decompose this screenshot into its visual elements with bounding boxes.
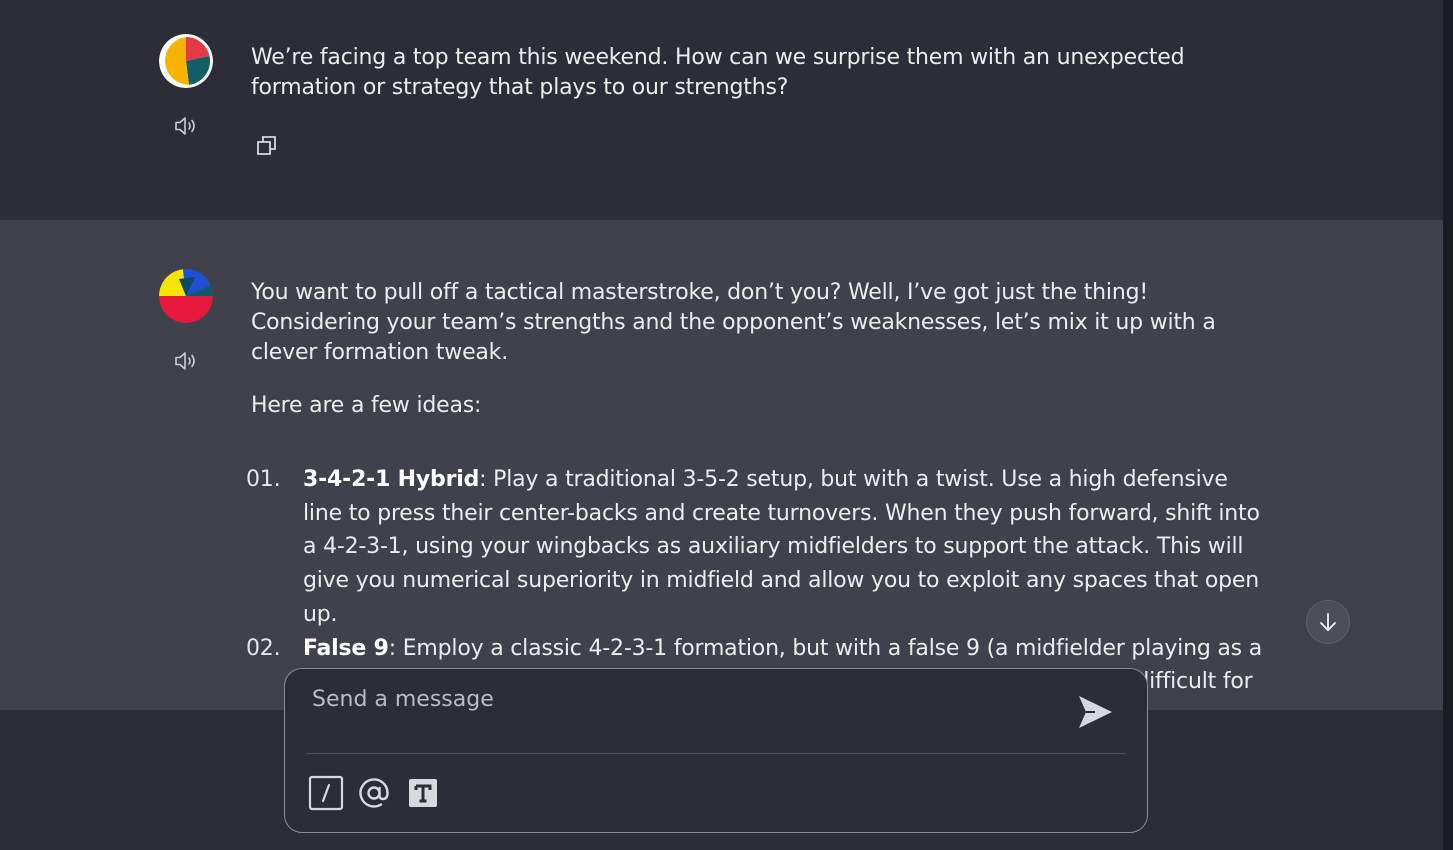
text-format-button[interactable] (405, 775, 441, 811)
message-input[interactable] (312, 681, 1052, 717)
arrow-down-icon (1320, 613, 1336, 631)
slash-command-button[interactable] (308, 775, 344, 811)
send-button[interactable] (1071, 689, 1119, 735)
mention-button[interactable] (356, 775, 392, 811)
list-item-title: 3-4-2-1 Hybrid (303, 467, 480, 492)
text-format-icon (409, 779, 437, 807)
list-item-number: 02. (246, 635, 281, 661)
slash-command-icon (308, 775, 344, 811)
user-message-text: We’re facing a top team this weekend. Ho… (251, 45, 1185, 100)
scroll-to-bottom-button[interactable] (1306, 600, 1350, 644)
user-message: We’re facing a top team this weekend. Ho… (0, 0, 1443, 220)
send-icon (1079, 696, 1112, 728)
window-edge (1443, 0, 1453, 850)
copy-icon[interactable] (252, 131, 282, 161)
list-item-number: 01. (246, 467, 281, 492)
message-composer (284, 668, 1148, 833)
list-item: 01. 3-4-2-1 Hybrid: Play a traditional 3-… (246, 463, 1266, 632)
mention-at-icon (359, 778, 389, 808)
list-item-title: False 9 (303, 635, 389, 661)
user-avatar-pie-icon (159, 34, 213, 88)
speaker-icon[interactable] (171, 111, 201, 141)
chat-app: We’re facing a top team this weekend. Ho… (0, 0, 1453, 850)
composer-divider (307, 753, 1125, 754)
assistant-list-clip: 01. 3-4-2-1 Hybrid: Play a traditional 3-… (0, 220, 1443, 710)
